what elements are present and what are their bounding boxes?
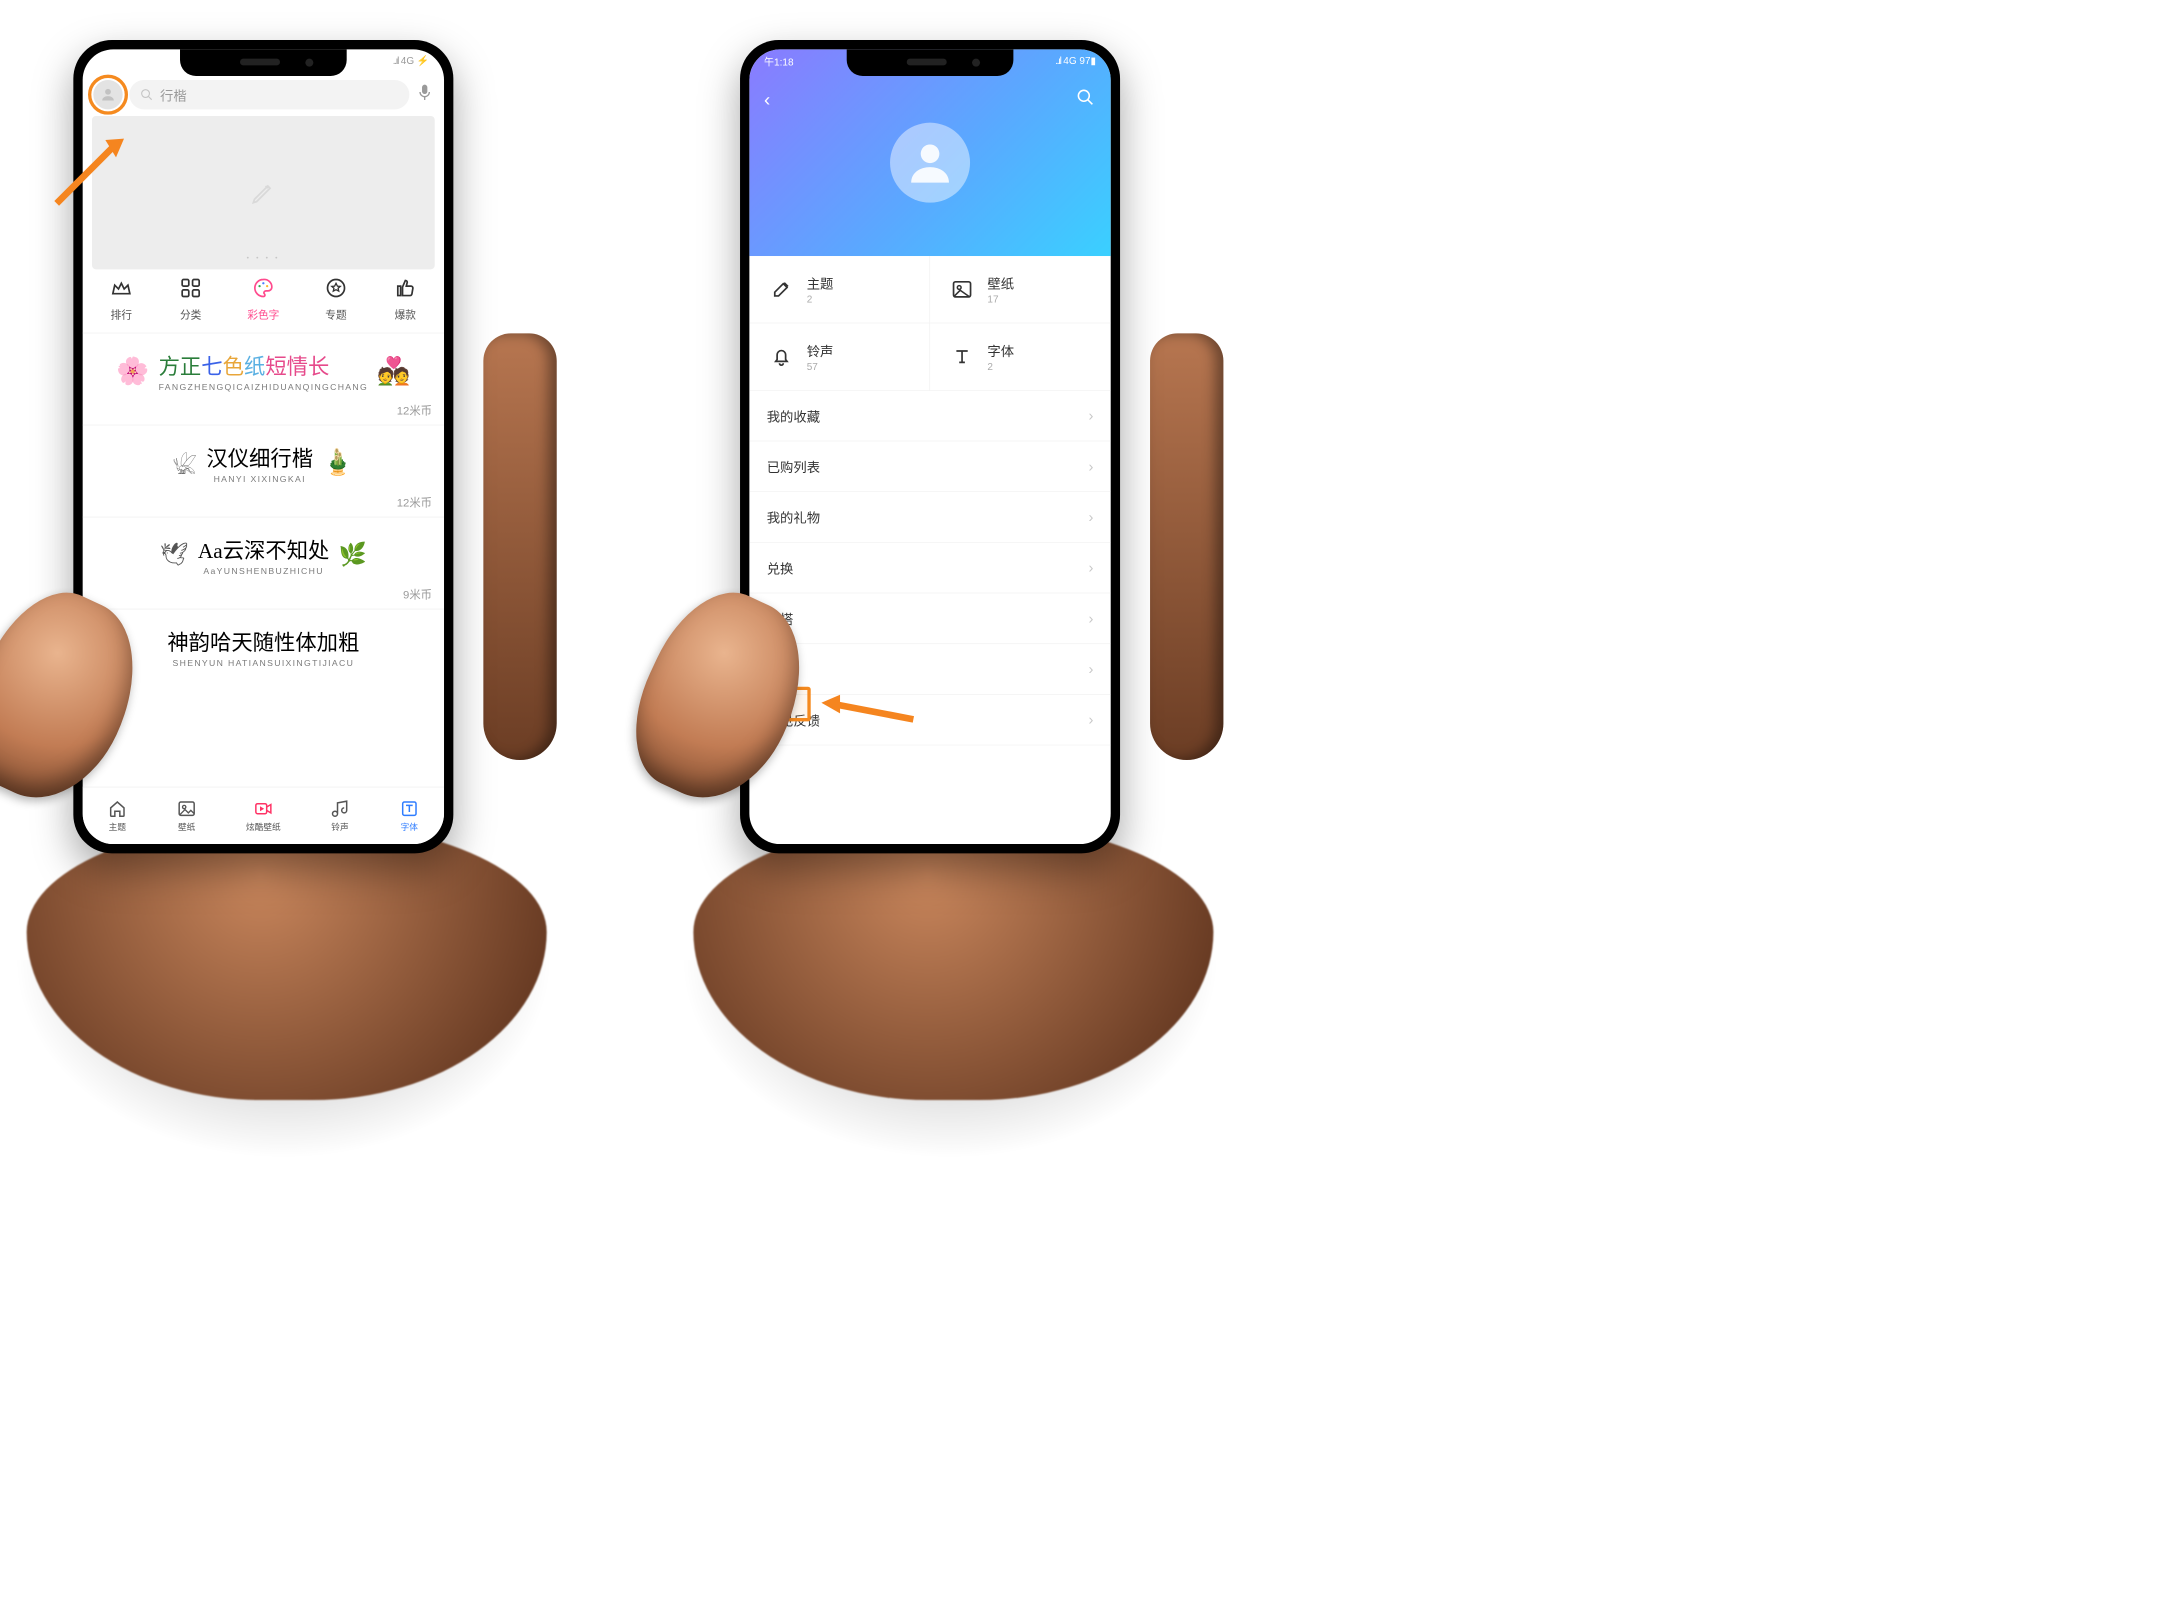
category-row: 排行 分类 彩色字 专题 爆款 [83,262,444,333]
back-button[interactable]: ‹ [764,89,770,110]
highlight-ring [88,75,128,115]
text-icon [399,799,419,819]
font-subtitle: AaYUNSHENBUZHICHU [198,566,330,576]
font-item[interactable]: 🕊 Aa云深不知处 AaYUNSHENBUZHICHU 🌿 9米币 [83,517,444,609]
category-color-font[interactable]: 彩色字 [247,275,279,322]
microphone-icon [418,84,431,101]
search-icon [140,88,153,101]
font-item[interactable]: 神韵哈天随性体加粗 SHENYUN HATIANSUIXINGTIJIACU [83,609,444,680]
font-item[interactable]: 𓆤 汉仪细行楷 HANYI XIXINGKAI 🎍 12米币 [83,425,444,517]
screen-font-store: ..ıl 4G ⚡ 行楷 [83,49,444,844]
screen-profile: ..ıl 4G 97▮ 午1:18 ‹ 主题2 壁纸17 [749,49,1110,844]
font-subtitle: SHENYUN HATIANSUIXINGTIJIACU [167,658,359,668]
person-icon [903,136,956,189]
music-icon [330,799,350,819]
chevron-right-icon: › [1089,508,1094,525]
couple-deco-icon: 💑 [377,355,410,386]
carousel-dots: • • • • [83,255,444,262]
status-time: 午1:18 [764,55,793,69]
notch [180,49,347,76]
asset-grid: 主题2 壁纸17 铃声57 字体2 [749,256,1110,391]
font-price: 12米币 [95,401,432,418]
phone-frame: ..ıl 4G 97▮ 午1:18 ‹ 主题2 壁纸17 [740,40,1120,853]
ink-deco-icon: 𓆤 [173,446,197,479]
flower-deco-icon: 🌸 [116,355,149,386]
nav-font[interactable]: 字体 [399,799,419,833]
profile-header: ‹ [749,49,1110,256]
status-bar: ..ıl 4G ⚡ [393,55,430,67]
category-ranking[interactable]: 排行 [109,275,134,322]
bell-icon [768,343,795,370]
category-topic[interactable]: 专题 [323,275,348,322]
video-icon [253,799,273,819]
font-title: Aa云深不知处 [198,534,330,565]
grid-icon [178,275,203,300]
search-icon [1076,88,1095,107]
tile-wallpaper[interactable]: 壁纸17 [930,256,1111,323]
profile-avatar-button[interactable] [93,80,122,109]
text-icon [949,343,976,370]
crane-deco-icon: 🕊 [160,541,189,568]
tile-theme[interactable]: 主题2 [749,256,930,323]
chevron-right-icon: › [1089,610,1094,627]
image-icon [177,799,197,819]
pencil-icon [250,179,277,206]
row-mix[interactable]: 混搭› [749,593,1110,644]
row-favorites[interactable]: 我的收藏› [749,391,1110,442]
chevron-right-icon: › [1089,559,1094,576]
crown-icon [109,275,134,300]
chevron-right-icon: › [1089,458,1094,475]
brush-icon [768,276,795,303]
row-gifts[interactable]: 我的礼物› [749,492,1110,543]
palette-icon [251,275,276,300]
font-title: 汉仪细行楷 [206,442,313,473]
nav-theme[interactable]: 主题 [107,799,127,833]
home-icon [107,799,127,819]
voice-search-button[interactable] [416,84,433,105]
thumb-up-icon [393,275,418,300]
bamboo-deco-icon: 🎍 [322,448,354,477]
annotation-arrow [47,127,134,214]
tile-ringtone[interactable]: 铃声57 [749,323,930,390]
font-subtitle: FANGZHENGQICAIZHIDUANQINGCHANG [159,382,369,392]
right-phone-mockup: ..ıl 4G 97▮ 午1:18 ‹ 主题2 壁纸17 [640,13,1240,1080]
chevron-right-icon: › [1089,711,1094,728]
search-button[interactable] [1076,88,1095,110]
row-purchased[interactable]: 已购列表› [749,441,1110,492]
bottom-nav: 主题 壁纸 炫酷壁纸 铃声 字体 [83,787,444,844]
chevron-right-icon: › [1089,660,1094,677]
row-redeem[interactable]: 兑换› [749,543,1110,594]
chevron-right-icon: › [1089,407,1094,424]
image-icon [949,276,976,303]
search-placeholder: 行楷 [160,85,187,104]
nav-wallpaper[interactable]: 壁纸 [177,799,197,833]
avatar[interactable] [890,123,970,203]
featured-banner[interactable] [92,116,435,269]
font-title: 神韵哈天随性体加粗 [167,626,359,657]
search-input[interactable]: 行楷 [129,80,409,109]
star-badge-icon [323,275,348,300]
left-phone-mockup: ..ıl 4G ⚡ 行楷 [0,13,573,1080]
font-title: 方正七色纸短情长 [159,350,369,381]
orchid-deco-icon: 🌿 [339,541,367,568]
status-bar: ..ıl 4G 97▮ [1055,55,1096,67]
tile-font[interactable]: 字体2 [930,323,1111,390]
category-hot[interactable]: 爆款 [393,275,418,322]
nav-live-wallpaper[interactable]: 炫酷壁纸 [246,799,281,833]
font-price: 9米币 [95,585,432,602]
font-item[interactable]: 🌸 方正七色纸短情长 FANGZHENGQICAIZHIDUANQINGCHAN… [83,333,444,425]
notch [847,49,1014,76]
annotation-arrow [813,689,920,729]
nav-ringtone[interactable]: 铃声 [330,799,350,833]
category-category[interactable]: 分类 [178,275,203,322]
font-price: 12米币 [95,493,432,510]
font-subtitle: HANYI XIXINGKAI [206,474,313,484]
